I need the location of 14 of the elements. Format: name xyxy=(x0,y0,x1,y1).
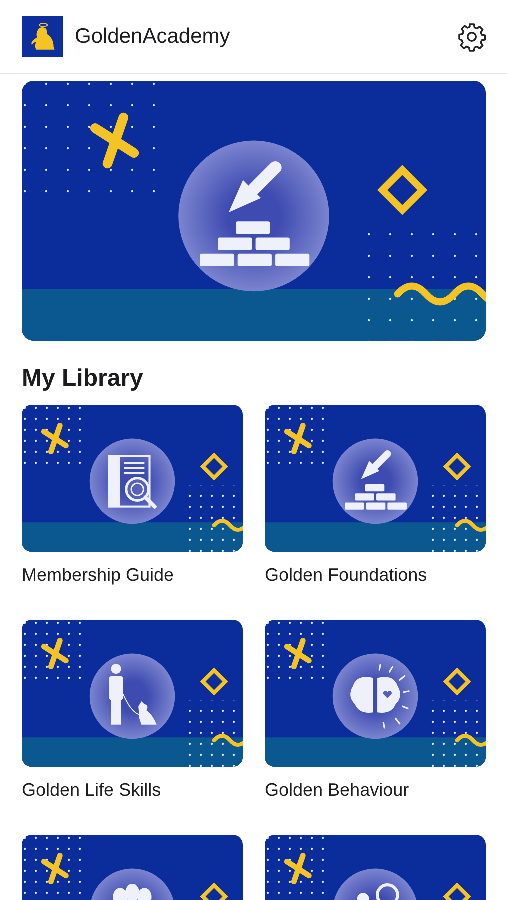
course-title[interactable]: Membership Guide xyxy=(22,565,243,586)
course-title[interactable]: Golden Behaviour xyxy=(265,780,486,801)
course-title[interactable]: Golden Foundations xyxy=(265,565,486,586)
course-thumbnail-drawing[interactable] xyxy=(22,620,243,767)
settings-button[interactable] xyxy=(457,22,487,52)
section-heading: My Library xyxy=(22,365,144,393)
app-title: GoldenAcademy xyxy=(75,24,232,48)
banner-drawing[interactable] xyxy=(22,81,486,341)
course-thumbnail-drawing[interactable] xyxy=(22,405,243,552)
dog-logo-icon xyxy=(22,16,63,57)
course-thumbnail-drawing[interactable] xyxy=(265,405,486,552)
settings-icon xyxy=(457,22,487,52)
course-thumbnail-drawing[interactable] xyxy=(265,620,486,767)
course-title[interactable]: Golden Life Skills xyxy=(22,780,243,801)
